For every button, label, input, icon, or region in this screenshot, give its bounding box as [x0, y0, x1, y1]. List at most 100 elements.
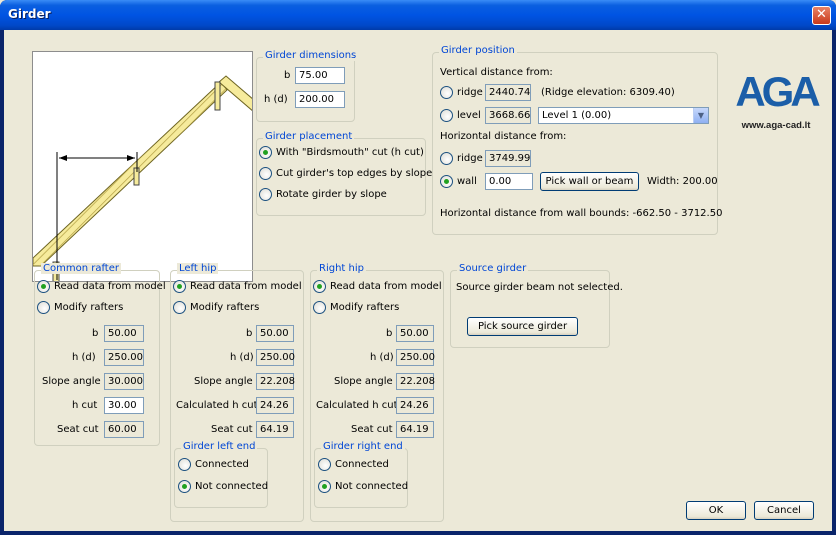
- rafter-right-shape: [218, 75, 252, 111]
- vertical-level-radio[interactable]: [440, 109, 453, 122]
- girder-dialog: Girder ✕ Girder dimensions b 75.00 h (d)…: [0, 0, 836, 535]
- vertical-distance-label: Vertical distance from:: [440, 67, 553, 78]
- group-legend: Girder placement: [263, 131, 355, 142]
- vertical-ridge-radio[interactable]: [440, 86, 453, 99]
- level-select-value: Level 1 (0.00): [542, 110, 612, 121]
- right-h-value: 250.00: [396, 349, 435, 366]
- wall-bounds-text: Horizontal distance from wall bounds: -6…: [440, 208, 723, 219]
- close-icon: ✕: [816, 7, 827, 22]
- level-distance-value: 3668.66: [485, 107, 531, 124]
- girder-b-input[interactable]: 75.00: [295, 67, 345, 84]
- right-slope-value: 22.208: [396, 373, 435, 390]
- left-connected-radio[interactable]: [178, 458, 191, 471]
- group-legend: Girder dimensions: [263, 50, 359, 61]
- right-hcut-label: Calculated h cut: [316, 400, 398, 411]
- cut-top-edges-radio[interactable]: [259, 167, 272, 180]
- left-connected-label: Connected: [195, 459, 249, 470]
- group-legend: Right hip: [317, 263, 366, 274]
- right-modify-radio[interactable]: [313, 301, 326, 314]
- common-modify-label: Modify rafters: [54, 302, 124, 313]
- right-connected-radio[interactable]: [318, 458, 331, 471]
- right-not-connected-label: Not connected: [335, 481, 409, 492]
- dialog-title: Girder: [8, 7, 51, 21]
- group-legend: Source girder: [457, 263, 529, 274]
- level-select[interactable]: Level 1 (0.00) ▼: [538, 107, 709, 124]
- horizontal-wall-radio[interactable]: [440, 175, 453, 188]
- common-h-label: h (d): [72, 352, 96, 363]
- left-slope-value: 22.208: [256, 373, 295, 390]
- common-hcut-label: h cut: [72, 400, 98, 411]
- right-slope-label: Slope angle: [334, 376, 393, 387]
- chevron-down-icon[interactable]: ▼: [693, 108, 708, 123]
- cut-top-edges-label: Cut girder's top edges by slope: [276, 168, 433, 179]
- left-b-value: 50.00: [256, 325, 294, 342]
- right-h-label: h (d): [370, 352, 394, 363]
- birdsmouth-cut-radio[interactable]: [259, 146, 272, 159]
- common-read-data-radio[interactable]: [37, 280, 50, 293]
- title-bar[interactable]: Girder ✕: [0, 0, 836, 30]
- left-h-label: h (d): [230, 352, 254, 363]
- right-seat-value: 64.19: [396, 421, 434, 438]
- left-hcut-value: 24.26: [256, 397, 294, 414]
- common-slope-label: Slope angle: [42, 376, 101, 387]
- common-slope-value: 30.000: [104, 373, 144, 390]
- left-seat-label: Seat cut: [211, 424, 253, 435]
- rotate-by-slope-label: Rotate girder by slope: [276, 189, 387, 200]
- vertical-ridge-label: ridge: [457, 87, 483, 98]
- source-status-text: Source girder beam not selected.: [456, 282, 623, 293]
- rotate-by-slope-radio[interactable]: [259, 188, 272, 201]
- right-b-value: 50.00: [396, 325, 434, 342]
- dimension-h-label: h (d): [264, 94, 288, 105]
- right-read-data-radio[interactable]: [313, 280, 326, 293]
- left-slope-label: Slope angle: [194, 376, 253, 387]
- ridge-distance-value: 2440.74: [485, 84, 531, 101]
- roof-section-illustration: [33, 75, 252, 281]
- group-legend: Common rafter: [41, 263, 121, 274]
- left-read-data-label: Read data from model: [190, 281, 302, 292]
- group-legend: Girder position: [439, 45, 517, 56]
- horizontal-ridge-label: ridge: [457, 153, 483, 164]
- right-not-connected-radio[interactable]: [318, 480, 331, 493]
- group-legend: Girder left end: [181, 441, 258, 452]
- left-not-connected-label: Not connected: [195, 481, 269, 492]
- left-h-value: 250.00: [256, 349, 295, 366]
- horizontal-distance-label: Horizontal distance from:: [440, 131, 567, 142]
- common-hcut-input[interactable]: 30.00: [104, 397, 144, 414]
- ridge-elevation-note: (Ridge elevation: 6309.40): [541, 87, 675, 98]
- close-button[interactable]: ✕: [812, 6, 831, 25]
- left-not-connected-radio[interactable]: [178, 480, 191, 493]
- common-modify-radio[interactable]: [37, 301, 50, 314]
- right-seat-label: Seat cut: [351, 424, 393, 435]
- right-hcut-value: 24.26: [396, 397, 434, 414]
- ok-button[interactable]: OK: [686, 501, 746, 520]
- right-modify-label: Modify rafters: [330, 302, 400, 313]
- horizontal-ridge-radio[interactable]: [440, 152, 453, 165]
- left-seat-value: 64.19: [256, 421, 294, 438]
- group-legend: Girder right end: [321, 441, 405, 452]
- common-seat-value: 60.00: [104, 421, 144, 438]
- birdsmouth-cut-label: With "Birdsmouth" cut (h cut): [276, 147, 424, 158]
- common-h-value: 250.00: [104, 349, 144, 366]
- common-b-value: 50.00: [104, 325, 144, 342]
- wall-width-text: Width: 200.00: [647, 176, 718, 187]
- girder-h-input[interactable]: 200.00: [295, 91, 345, 108]
- cancel-button[interactable]: Cancel: [754, 501, 814, 520]
- left-read-data-radio[interactable]: [173, 280, 186, 293]
- left-modify-label: Modify rafters: [190, 302, 260, 313]
- left-modify-radio[interactable]: [173, 301, 186, 314]
- horizontal-ridge-value: 3749.99: [485, 150, 531, 167]
- common-read-data-label: Read data from model: [54, 281, 166, 292]
- pick-source-girder-button[interactable]: Pick source girder: [467, 317, 578, 336]
- wall-distance-input[interactable]: 0.00: [485, 173, 533, 190]
- left-hcut-label: Calculated h cut: [176, 400, 258, 411]
- logo-brand-text: AGA: [735, 68, 820, 115]
- aga-cad-logo: AGA www.aga-cad.lt: [731, 48, 824, 136]
- pick-wall-or-beam-button[interactable]: Pick wall or beam: [540, 172, 639, 191]
- girder-right-end-group: Girder right end: [314, 441, 408, 508]
- girder-left-end-group: Girder left end: [174, 441, 268, 508]
- logo-url-text: www.aga-cad.lt: [741, 120, 812, 131]
- left-b-label: b: [246, 328, 253, 339]
- right-connected-label: Connected: [335, 459, 389, 470]
- group-legend: Left hip: [177, 263, 219, 274]
- dialog-body: Girder dimensions b 75.00 h (d) 200.00 G…: [4, 30, 832, 531]
